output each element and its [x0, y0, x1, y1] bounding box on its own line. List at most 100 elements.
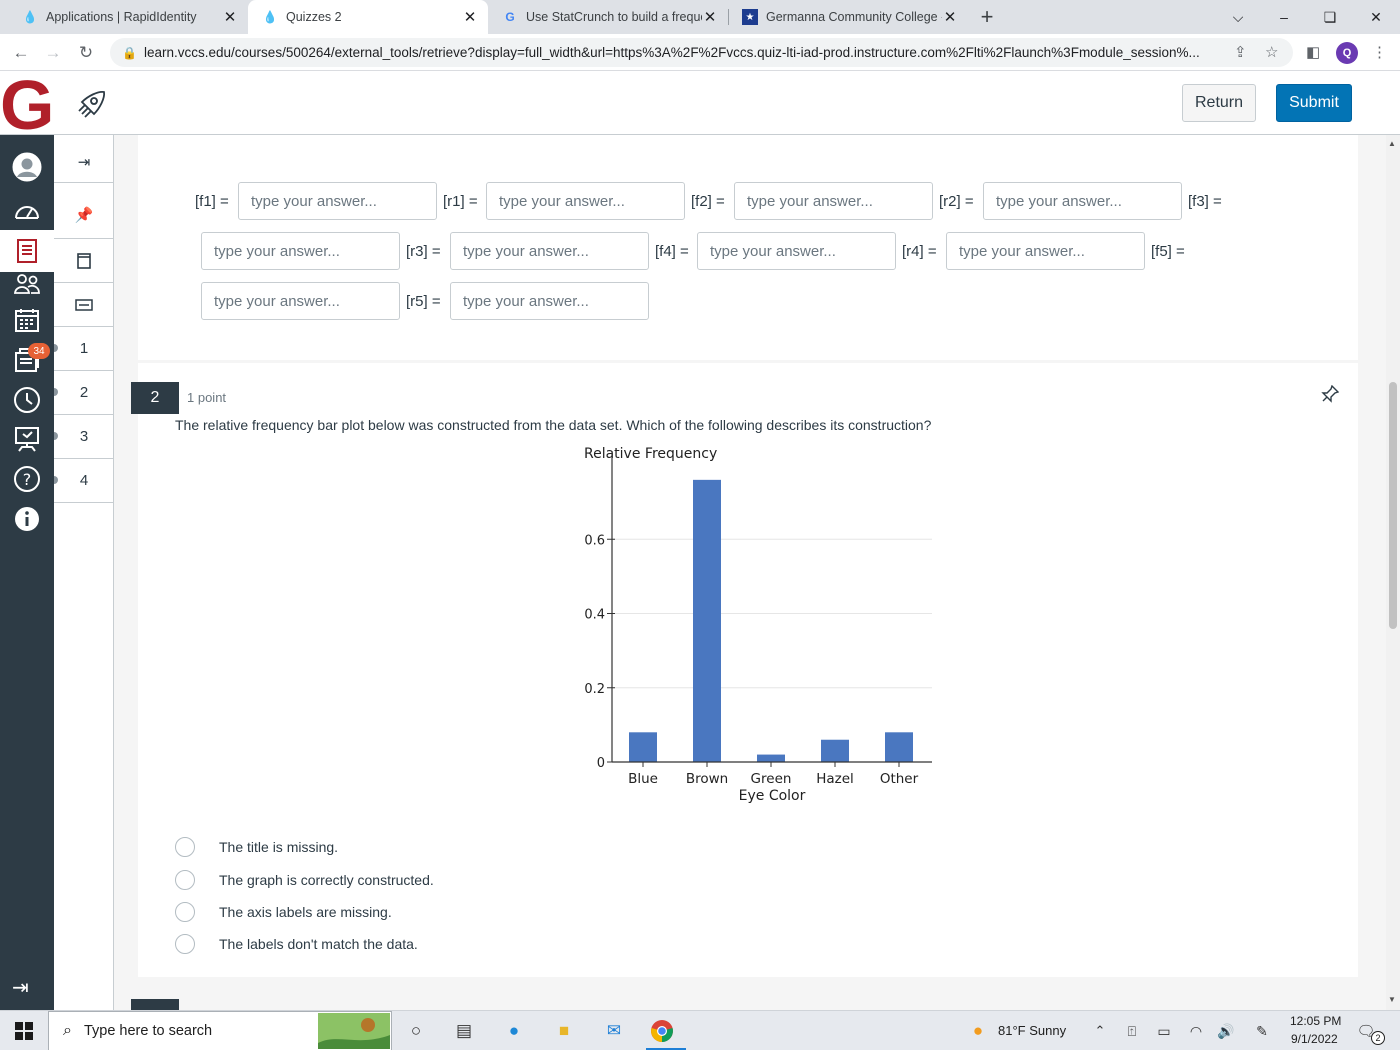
- quiz-navigation: ⇥ 📌 1 2 3 4: [54, 135, 114, 1010]
- tab-search-chevron-icon[interactable]: ⌵: [1218, 0, 1258, 34]
- groups-icon[interactable]: [10, 267, 44, 301]
- lock-icon: 🔒: [122, 45, 137, 60]
- bar-blue: [629, 732, 657, 762]
- bar-hazel: [821, 739, 849, 762]
- windows-taskbar: ⌕ Type here to search ○ ▤ ● ■ ✉ ● 81°F S…: [0, 1010, 1400, 1050]
- rapididentity-favicon-icon: 💧: [22, 10, 38, 24]
- info-icon[interactable]: [10, 502, 44, 536]
- browser-tab[interactable]: ★ Germanna Community College - ✕: [728, 0, 968, 34]
- usb-device-icon[interactable]: ⍐: [1120, 1019, 1144, 1043]
- calculator-icon[interactable]: [54, 283, 114, 327]
- page-scrollbar[interactable]: ▲ ▼: [1386, 135, 1400, 1010]
- close-tab-icon[interactable]: ✕: [222, 8, 238, 26]
- edge-browser-icon[interactable]: ●: [502, 1019, 526, 1043]
- inbox-unread-badge: 34: [28, 343, 50, 359]
- scrollbar-thumb[interactable]: [1389, 382, 1397, 629]
- profile-avatar[interactable]: Q: [1336, 42, 1358, 64]
- close-tab-icon[interactable]: ✕: [942, 8, 958, 26]
- minimize-window-button[interactable]: –: [1264, 0, 1304, 34]
- radio-button[interactable]: [175, 902, 195, 922]
- scroll-down-icon[interactable]: ▼: [1388, 995, 1396, 1004]
- side-panel-icon[interactable]: ◧: [1306, 43, 1320, 61]
- collapse-nav-icon[interactable]: ⇥: [12, 975, 29, 1000]
- bookmark-icon[interactable]: [54, 239, 114, 283]
- x-axis-label: Eye Color: [739, 788, 806, 804]
- mail-icon[interactable]: ✉: [602, 1019, 626, 1043]
- pin-icon[interactable]: 📌: [54, 191, 114, 239]
- share-icon[interactable]: ⇪: [1234, 43, 1247, 61]
- browser-tab[interactable]: G Use StatCrunch to build a frequen ✕: [488, 0, 728, 34]
- weather-text[interactable]: 81°F Sunny: [998, 1023, 1066, 1038]
- question-nav-item-2[interactable]: 2: [54, 371, 114, 415]
- bookmark-star-icon[interactable]: ☆: [1265, 43, 1278, 61]
- pen-icon[interactable]: ✎: [1250, 1019, 1274, 1043]
- question-nav-item-3[interactable]: 3: [54, 415, 114, 459]
- r3-answer-input[interactable]: type your answer...: [450, 232, 649, 270]
- submit-button[interactable]: Submit: [1276, 84, 1352, 122]
- answer-option[interactable]: The graph is correctly constructed.: [175, 870, 434, 890]
- new-tab-button[interactable]: +: [977, 4, 997, 30]
- url-bar[interactable]: 🔒 learn.vccs.edu/courses/500264/external…: [110, 38, 1293, 67]
- back-arrow-icon[interactable]: ←: [8, 40, 34, 66]
- show-hidden-icons-chevron-icon[interactable]: ⌃: [1088, 1019, 1112, 1043]
- widgets-icon[interactable]: ▤: [452, 1019, 476, 1043]
- more-menu-icon[interactable]: ⋮: [1372, 43, 1387, 61]
- close-tab-icon[interactable]: ✕: [702, 8, 718, 26]
- pin-question-icon[interactable]: [1321, 384, 1340, 407]
- browser-tab-active[interactable]: 💧 Quizzes 2 ✕: [248, 0, 488, 34]
- question-nav-item-4[interactable]: 4: [54, 459, 114, 503]
- radio-button[interactable]: [175, 934, 195, 954]
- reload-icon[interactable]: ↻: [73, 40, 99, 66]
- radio-button[interactable]: [175, 837, 195, 857]
- answer-option[interactable]: The labels don't match the data.: [175, 934, 418, 954]
- f4-answer-input[interactable]: type your answer...: [697, 232, 896, 270]
- browser-tab[interactable]: 💧 Applications | RapidIdentity ✕: [8, 0, 248, 34]
- battery-icon[interactable]: ▭: [1152, 1019, 1176, 1043]
- close-tab-icon[interactable]: ✕: [462, 8, 478, 26]
- f1-answer-input[interactable]: type your answer...: [238, 182, 437, 220]
- scroll-up-icon[interactable]: ▲: [1388, 139, 1396, 148]
- global-navigation: 34 ? ⇥: [0, 135, 54, 1010]
- calendar-icon[interactable]: [10, 303, 44, 337]
- r1-answer-input[interactable]: type your answer...: [486, 182, 685, 220]
- r4-answer-input[interactable]: type your answer...: [946, 232, 1145, 270]
- f3-answer-input[interactable]: type your answer...: [201, 232, 400, 270]
- task-view-icon[interactable]: ○: [404, 1019, 428, 1043]
- college-logo[interactable]: G: [0, 70, 56, 140]
- bar-green: [757, 754, 785, 762]
- account-icon[interactable]: [10, 150, 44, 184]
- studio-icon[interactable]: [10, 422, 44, 456]
- courses-icon[interactable]: [0, 230, 54, 272]
- volume-icon[interactable]: 🔊: [1214, 1019, 1238, 1043]
- f4-label: [f4] =: [655, 243, 689, 260]
- dashboard-icon[interactable]: [10, 193, 44, 227]
- file-explorer-icon[interactable]: ■: [552, 1019, 576, 1043]
- clock-date[interactable]: 9/1/2022: [1291, 1032, 1338, 1046]
- restore-window-button[interactable]: ❏: [1310, 0, 1350, 34]
- expand-panel-icon[interactable]: ⇥: [54, 141, 114, 183]
- answer-option[interactable]: The title is missing.: [175, 837, 338, 857]
- clock-time[interactable]: 12:05 PM: [1290, 1014, 1341, 1028]
- search-highlight-image-icon[interactable]: [318, 1013, 390, 1049]
- r5-answer-input[interactable]: type your answer...: [450, 282, 649, 320]
- chrome-icon[interactable]: [650, 1019, 674, 1043]
- y-axis-label: Relative Frequency: [584, 446, 717, 462]
- radio-button[interactable]: [175, 870, 195, 890]
- f5-answer-input[interactable]: type your answer...: [201, 282, 400, 320]
- forward-arrow-icon[interactable]: →: [40, 40, 66, 66]
- search-icon: ⌕: [63, 1022, 72, 1039]
- wifi-icon[interactable]: ◠: [1184, 1019, 1208, 1043]
- unanswered-indicator: [54, 432, 58, 440]
- bar-other: [885, 732, 913, 762]
- windows-start-icon[interactable]: [12, 1019, 36, 1043]
- y-tick-label: 0.6: [584, 533, 605, 548]
- question-nav-item-1[interactable]: 1: [54, 327, 114, 371]
- close-window-button[interactable]: ✕: [1356, 0, 1396, 34]
- return-button[interactable]: Return: [1182, 84, 1256, 122]
- germanna-favicon-icon: ★: [742, 9, 758, 25]
- answer-option[interactable]: The axis labels are missing.: [175, 902, 392, 922]
- history-clock-icon[interactable]: [10, 383, 44, 417]
- r2-answer-input[interactable]: type your answer...: [983, 182, 1182, 220]
- f2-answer-input[interactable]: type your answer...: [734, 182, 933, 220]
- help-icon[interactable]: ?: [10, 462, 44, 496]
